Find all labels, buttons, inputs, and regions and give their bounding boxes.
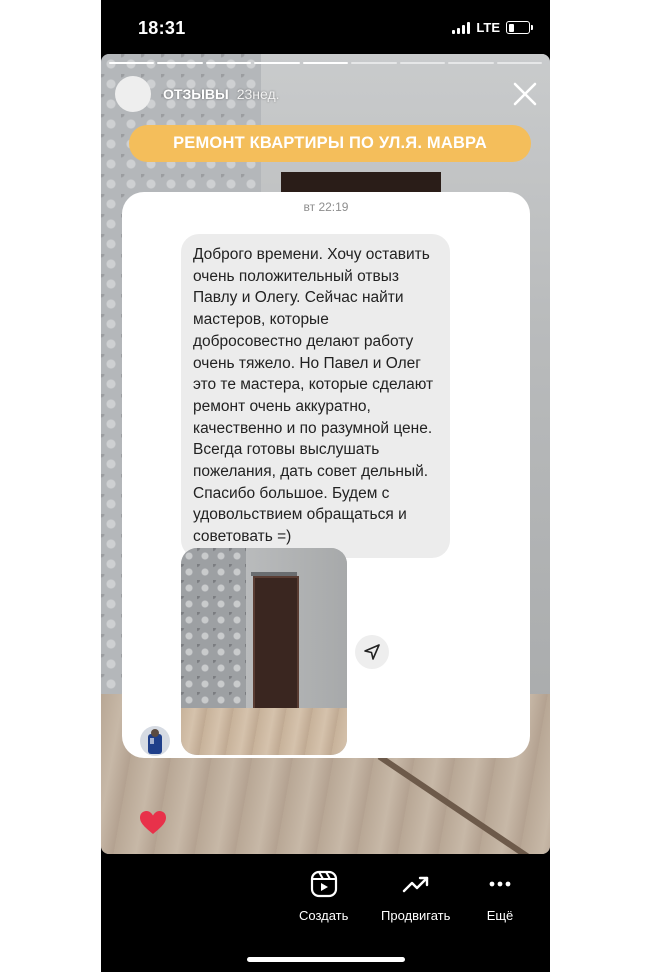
promote-button[interactable]: Продвигать xyxy=(381,870,450,923)
message-photo xyxy=(181,548,347,755)
progress-segment xyxy=(496,62,542,64)
reels-create-icon xyxy=(310,870,337,898)
create-label: Создать xyxy=(299,908,349,923)
battery-icon xyxy=(506,21,533,34)
like-button[interactable] xyxy=(139,810,167,836)
message-bubble: Доброго времени. Хочу оставить очень пол… xyxy=(181,234,450,558)
post-age: 23нед. xyxy=(236,86,280,102)
message-time: вт 22:19 xyxy=(303,200,349,214)
share-button xyxy=(355,635,389,669)
photo-door xyxy=(253,576,299,730)
heart-icon xyxy=(140,811,166,834)
close-button[interactable] xyxy=(512,81,538,107)
more-button[interactable]: Ещё xyxy=(486,870,514,923)
progress-segment xyxy=(351,62,397,64)
network-type: LTE xyxy=(476,20,500,35)
bottom-action-bar: Создать Продвигать Ещё xyxy=(101,870,550,940)
progress-segment xyxy=(109,62,155,64)
more-dots-icon xyxy=(489,881,511,887)
signal-icon xyxy=(452,21,471,34)
photo-wallpaper xyxy=(181,548,246,723)
account-avatar[interactable] xyxy=(115,76,151,112)
message-screenshot-card: вт 22:19 Доброго времени. Хочу оставить … xyxy=(122,192,530,758)
send-icon xyxy=(364,644,380,660)
account-name[interactable]: ОТЗЫВЫ xyxy=(163,86,229,102)
create-button[interactable]: Создать xyxy=(299,870,348,923)
photo-floor xyxy=(181,708,347,755)
home-indicator[interactable] xyxy=(247,957,405,962)
more-label: Ещё xyxy=(486,908,514,923)
story-header: ОТЗЫВЫ 23нед. xyxy=(115,76,280,112)
status-indicators: LTE xyxy=(452,20,533,35)
phone-screen: 18:31 LTE ОТЗЫВЫ 23нед. РЕМОНТ КВАРТИРЫ … xyxy=(101,0,550,972)
promote-label: Продвигать xyxy=(381,908,451,923)
progress-segment xyxy=(448,62,494,64)
progress-segment xyxy=(254,62,300,64)
progress-segment xyxy=(399,62,446,64)
close-icon xyxy=(513,82,537,106)
trending-up-icon xyxy=(402,876,428,893)
progress-segment xyxy=(302,62,349,64)
story-viewer[interactable]: ОТЗЫВЫ 23нед. РЕМОНТ КВАРТИРЫ ПО УЛ.Я. М… xyxy=(101,54,550,854)
story-banner: РЕМОНТ КВАРТИРЫ ПО УЛ.Я. МАВРА xyxy=(129,125,531,162)
progress-segment xyxy=(205,62,252,64)
story-progress xyxy=(109,62,542,64)
progress-segment xyxy=(157,62,203,64)
sender-avatar xyxy=(140,726,170,756)
status-time: 18:31 xyxy=(138,18,186,38)
